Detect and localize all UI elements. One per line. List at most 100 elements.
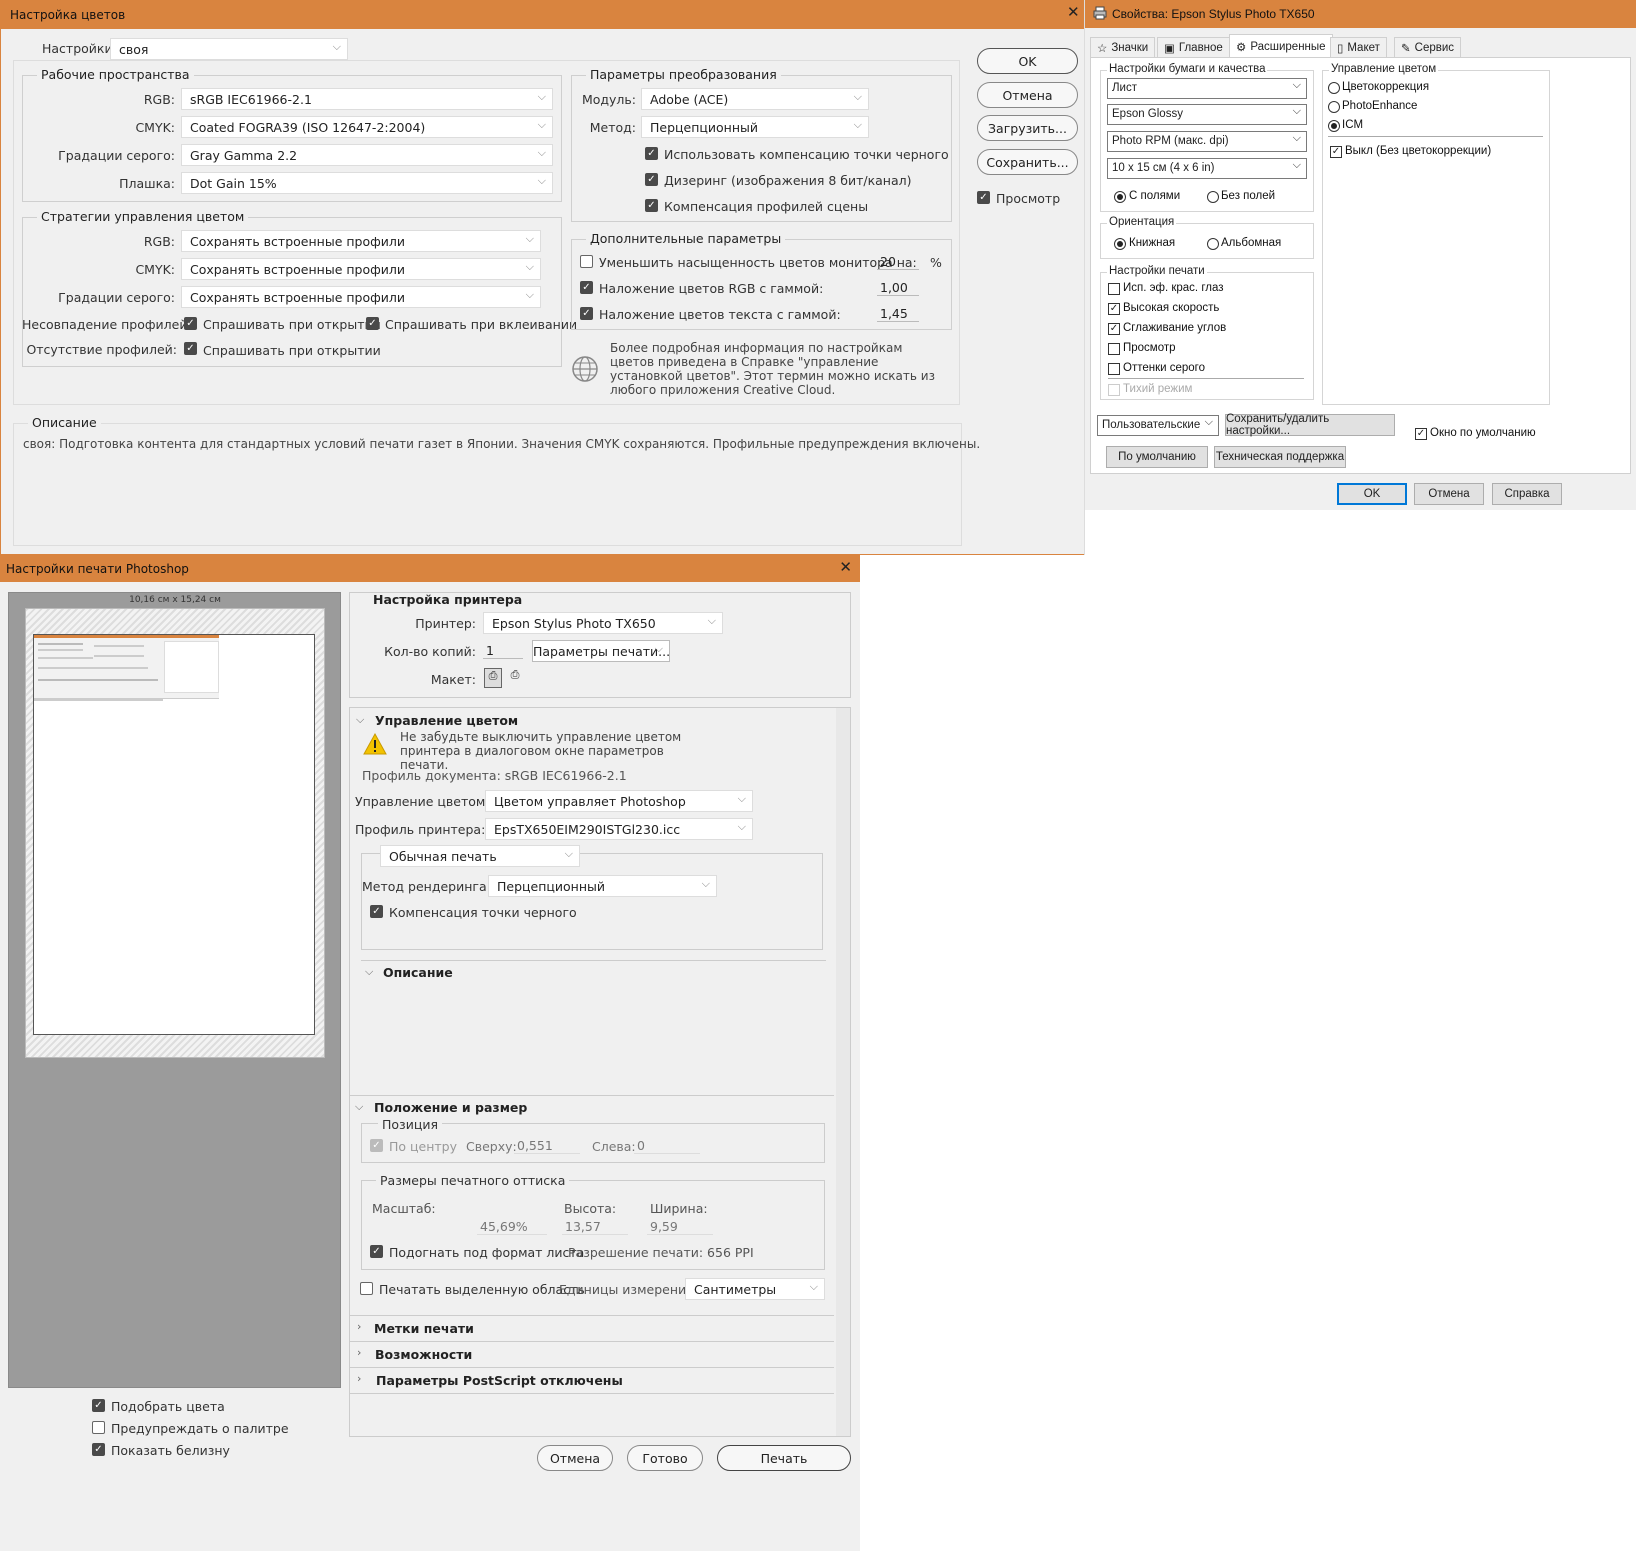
- print-resolution: Разрешение печати: 656 PPI: [568, 1245, 754, 1260]
- portrait-radio[interactable]: [1114, 238, 1126, 250]
- ws-spot-select[interactable]: Dot Gain 15%: [181, 172, 553, 194]
- desaturate-input[interactable]: 20: [877, 254, 919, 270]
- print-settings-button[interactable]: Параметры печати...: [532, 640, 670, 662]
- epson-ok-button[interactable]: OK: [1337, 483, 1407, 505]
- landscape-layout-icon[interactable]: ⎙: [506, 668, 524, 688]
- print-close-icon[interactable]: ✕: [839, 558, 852, 576]
- ep-preview-checkbox[interactable]: [1108, 343, 1120, 355]
- printer-profile-select[interactable]: EpsTX650EIM290ISTGl230.icc: [485, 818, 753, 840]
- epson-cancel-button[interactable]: Отмена: [1414, 483, 1484, 505]
- scale-input[interactable]: 45,69%: [477, 1219, 547, 1235]
- mismatch-open-checkbox[interactable]: ✓: [184, 317, 197, 330]
- save-button[interactable]: Сохранить...: [977, 149, 1078, 175]
- pol-cmyk-select[interactable]: Сохранять встроенные профили: [181, 258, 541, 280]
- blend-text-input[interactable]: 1,45: [877, 306, 919, 322]
- postscript-expand-icon[interactable]: ›: [357, 1372, 361, 1385]
- blend-rgb-checkbox[interactable]: ✓: [580, 281, 593, 294]
- functions-title[interactable]: Возможности: [375, 1347, 472, 1362]
- support-button[interactable]: Техническая поддержка: [1214, 446, 1346, 468]
- print-selected-checkbox[interactable]: [360, 1282, 373, 1295]
- pol-gray-select[interactable]: Сохранять встроенные профили: [181, 286, 541, 308]
- quality-select[interactable]: Photo RPM (макс. dpi): [1107, 131, 1307, 152]
- ws-rgb-select[interactable]: sRGB IEC61966-2.1: [181, 88, 553, 110]
- copies-input[interactable]: 1: [483, 643, 523, 659]
- blend-text-checkbox[interactable]: ✓: [580, 307, 593, 320]
- normal-printing-select[interactable]: Обычная печать: [380, 845, 580, 867]
- blend-rgb-input[interactable]: 1,00: [877, 280, 919, 296]
- color-controls-label: Цветокоррекция: [1342, 81, 1430, 93]
- description-collapse-icon[interactable]: ⌵: [365, 965, 373, 979]
- units-select[interactable]: Сантиметры: [685, 1278, 825, 1300]
- marks-expand-icon[interactable]: ›: [357, 1320, 361, 1333]
- match-colors-checkbox[interactable]: ✓: [92, 1399, 105, 1412]
- ok-button[interactable]: OK: [977, 48, 1078, 74]
- fit-media-checkbox[interactable]: ✓: [370, 1245, 383, 1258]
- pol-rgb-select[interactable]: Сохранять встроенные профили: [181, 230, 541, 252]
- color-settings-titlebar: Настройка цветов: [0, 0, 1084, 29]
- intent-select[interactable]: Перцепционный: [641, 116, 869, 138]
- color-controls-radio[interactable]: [1328, 82, 1340, 94]
- printing-marks-title[interactable]: Метки печати: [374, 1321, 474, 1336]
- epson-help-button[interactable]: Справка: [1492, 483, 1562, 505]
- desaturate-checkbox[interactable]: [580, 255, 593, 268]
- tab-service[interactable]: ✎ Сервис: [1394, 37, 1462, 57]
- icm-off-checkbox[interactable]: ✓: [1330, 146, 1342, 158]
- left-input[interactable]: 0: [634, 1138, 700, 1154]
- printer-select[interactable]: Epson Stylus Photo TX650: [483, 612, 723, 634]
- ws-gray-select[interactable]: Gray Gamma 2.2: [181, 144, 553, 166]
- tab-layout[interactable]: ▯ Макет: [1330, 37, 1387, 57]
- print-bpc-checkbox[interactable]: ✓: [370, 905, 383, 918]
- ws-cmyk-select[interactable]: Coated FOGRA39 (ISO 12647-2:2004): [181, 116, 553, 138]
- missing-open-checkbox[interactable]: ✓: [184, 342, 197, 355]
- scrollbar[interactable]: [836, 708, 850, 1436]
- top-input[interactable]: 0,551: [514, 1138, 580, 1154]
- default-window-checkbox[interactable]: ✓: [1415, 428, 1427, 440]
- bpc-checkbox[interactable]: ✓: [645, 147, 658, 160]
- percent-label: %: [930, 255, 942, 270]
- icm-radio[interactable]: [1328, 120, 1340, 132]
- portrait-layout-icon[interactable]: ⎙: [484, 668, 502, 688]
- engine-select[interactable]: Adobe (ACE): [641, 88, 869, 110]
- height-input[interactable]: 13,57: [562, 1219, 628, 1235]
- preview-checkbox[interactable]: ✓: [977, 191, 990, 204]
- tab-main[interactable]: ▣ Главное: [1157, 37, 1230, 57]
- cancel-button[interactable]: Отмена: [977, 82, 1078, 108]
- edge-smoothing-checkbox[interactable]: ✓: [1108, 323, 1120, 335]
- functions-expand-icon[interactable]: ›: [357, 1346, 361, 1359]
- photoenhance-radio[interactable]: [1328, 101, 1340, 113]
- save-delete-button[interactable]: Сохранить/удалить настройки...: [1225, 413, 1395, 437]
- color-mgmt-collapse-icon[interactable]: ⌵: [356, 713, 364, 727]
- paper-type-select[interactable]: Epson Glossy: [1107, 104, 1307, 125]
- borderless-radio[interactable]: [1207, 191, 1219, 203]
- print-done-button[interactable]: Готово: [627, 1445, 703, 1471]
- gamut-warning-checkbox[interactable]: [92, 1421, 105, 1434]
- width-input[interactable]: 9,59: [647, 1219, 713, 1235]
- custom-settings-select[interactable]: Пользовательские: [1097, 415, 1219, 436]
- postscript-title[interactable]: Параметры PostScript отключены: [376, 1373, 623, 1388]
- paper-source-select[interactable]: Лист: [1107, 78, 1307, 99]
- borders-radio[interactable]: [1114, 191, 1126, 203]
- grayscale-checkbox[interactable]: [1108, 363, 1120, 375]
- show-white-checkbox[interactable]: ✓: [92, 1443, 105, 1456]
- settings-select[interactable]: своя: [110, 38, 348, 60]
- mismatch-paste-checkbox[interactable]: ✓: [366, 317, 379, 330]
- thumbnail-image-shadow: [34, 699, 163, 701]
- marks-divider: [350, 1315, 834, 1316]
- redeye-checkbox[interactable]: [1108, 283, 1120, 295]
- high-speed-checkbox[interactable]: ✓: [1108, 303, 1120, 315]
- rendering-intent-select[interactable]: Перцепционный: [488, 875, 717, 897]
- landscape-radio[interactable]: [1207, 238, 1219, 250]
- tab-advanced[interactable]: ⚙ Расширенные: [1229, 34, 1333, 58]
- position-collapse-icon[interactable]: ⌵: [355, 1100, 363, 1114]
- paper-size-select[interactable]: 10 x 15 см (4 x 6 in): [1107, 158, 1307, 179]
- epson-close-icon[interactable]: ✕: [1067, 3, 1080, 21]
- print-selected-label: Печатать выделенную область: [379, 1282, 585, 1297]
- defaults-button[interactable]: По умолчанию: [1106, 446, 1208, 468]
- color-handling-select[interactable]: Цветом управляет Photoshop: [485, 790, 753, 812]
- load-button[interactable]: Загрузить...: [977, 115, 1078, 141]
- dither-checkbox[interactable]: ✓: [645, 173, 658, 186]
- print-cancel-button[interactable]: Отмена: [537, 1445, 613, 1471]
- scene-checkbox[interactable]: ✓: [645, 199, 658, 212]
- tab-icons[interactable]: ☆ Значки: [1090, 37, 1156, 57]
- print-button[interactable]: Печать: [717, 1445, 851, 1471]
